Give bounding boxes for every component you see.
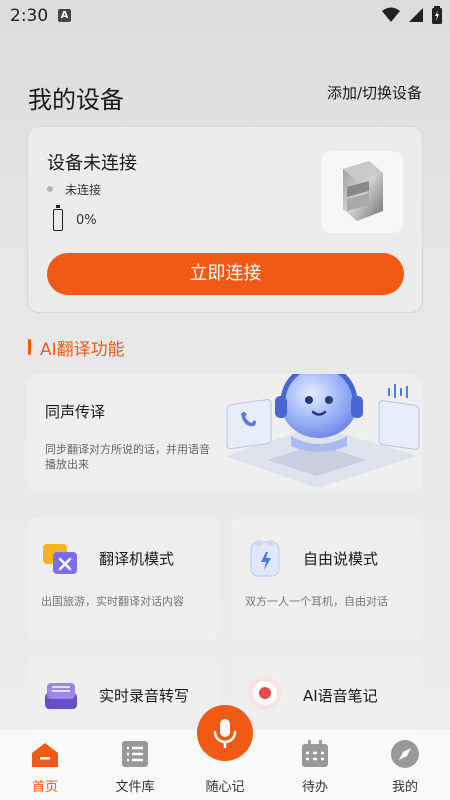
- tab-label: 我的: [391, 780, 418, 795]
- tab-label: 待办: [301, 780, 328, 795]
- feature-card-ai-voice-notes[interactable]: AI语音笔记: [231, 656, 423, 730]
- battery-percentage: 0%: [76, 213, 97, 228]
- wifi-icon: [382, 7, 400, 22]
- ai-robot-illustration: [225, 374, 420, 488]
- feature-title: AI语音笔记: [303, 687, 378, 705]
- simultaneous-desc: 同步翻译对方所说的话，并用语音播放出来: [45, 443, 210, 471]
- status-icons: [382, 6, 442, 24]
- feature-title: 实时录音转写: [99, 687, 190, 705]
- feature-desc: 出国旅游，实时翻译对话内容: [41, 595, 184, 608]
- feature-card-live-transcription[interactable]: 实时录音转写: [27, 656, 219, 730]
- connection-status-dot: [47, 186, 53, 192]
- home-icon: [32, 743, 58, 767]
- list-icon: [122, 741, 148, 767]
- connect-now-button[interactable]: 立即连接: [47, 253, 404, 295]
- recorder-icon: [45, 683, 77, 709]
- simultaneous-interpretation-card[interactable]: 同声传译 同步翻译对方所说的话，并用语音播放出来: [27, 374, 423, 492]
- tab-label: 首页: [31, 780, 58, 795]
- status-bar: 2:30 A: [0, 0, 450, 32]
- calendar-icon: [302, 740, 328, 767]
- battery-status-icon: [432, 6, 442, 24]
- feature-card-translator-mode[interactable]: 翻译机模式 出国旅游，实时翻译对话内容: [27, 517, 219, 641]
- mic-icon: [213, 719, 237, 749]
- signal-icon: [409, 8, 423, 22]
- connection-status-text: 未连接: [65, 183, 102, 197]
- device-status-title: 设备未连接: [47, 153, 137, 174]
- feature-title: 翻译机模式: [99, 550, 175, 568]
- tab-label: 文件库: [115, 780, 155, 795]
- feature-desc: 双方一人一个耳机，自由对话: [245, 595, 388, 608]
- add-switch-device-link[interactable]: 添加/切换设备: [327, 82, 422, 103]
- feature-title: 自由说模式: [303, 550, 379, 568]
- page-title: 我的设备: [28, 86, 124, 114]
- earbuds-icon: [250, 540, 280, 577]
- tab-mine[interactable]: 我的: [360, 730, 450, 800]
- quick-note-mic-button[interactable]: [197, 705, 253, 761]
- device-card: 设备未连接 未连接 0% 立即连接: [27, 126, 423, 313]
- tab-label-quick-note[interactable]: 随心记: [180, 776, 270, 795]
- tab-files[interactable]: 文件库: [90, 730, 180, 800]
- compass-icon: [391, 740, 419, 768]
- battery-icon: [53, 205, 63, 231]
- section-title-ai-translation: AI翻译功能: [28, 335, 125, 360]
- feature-card-free-talk-mode[interactable]: 自由说模式 双方一人一个耳机，自由对话: [231, 517, 423, 641]
- simultaneous-title: 同声传译: [45, 403, 106, 421]
- device-image: [321, 151, 403, 233]
- tab-todo[interactable]: 待办: [270, 730, 360, 800]
- translator-icon: [43, 544, 77, 574]
- status-time: 2:30: [10, 6, 49, 26]
- notification-indicator: A: [58, 9, 71, 22]
- tab-home[interactable]: 首页: [0, 730, 90, 800]
